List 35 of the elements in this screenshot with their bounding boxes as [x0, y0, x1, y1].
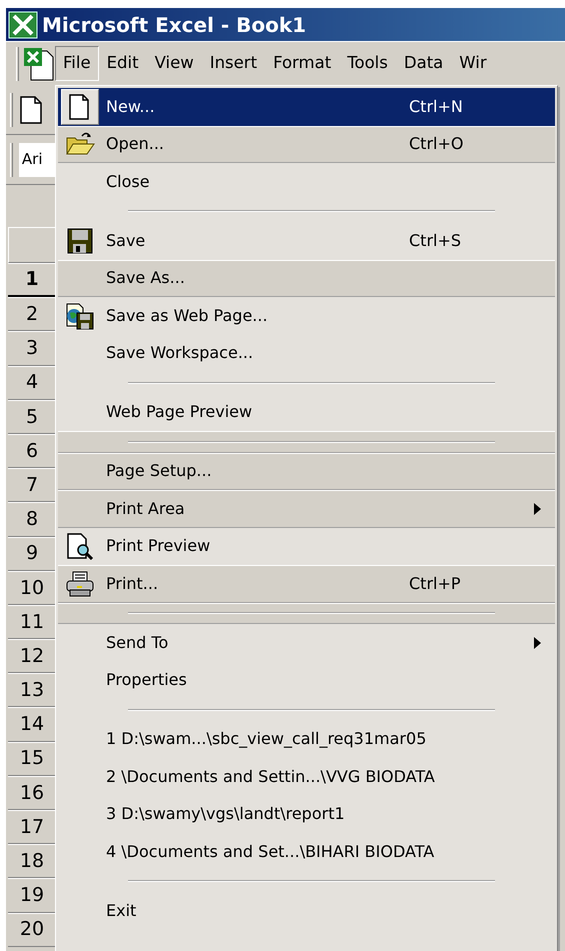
- menu-item[interactable]: Web Page Preview: [58, 394, 555, 431]
- menu-item[interactable]: Close: [58, 163, 555, 200]
- menu-item[interactable]: Properties: [58, 662, 555, 699]
- menu-item[interactable]: 1 D:\swam...\sbc_view_call_req31mar05: [58, 720, 555, 758]
- menu-bar-item[interactable]: Wir: [451, 46, 495, 81]
- menu-item[interactable]: Page Setup...: [58, 452, 555, 490]
- menu-item[interactable]: New... Ctrl+N: [58, 88, 555, 126]
- new-document-icon: [19, 96, 43, 124]
- menu-item[interactable]: Save Workspace...: [58, 334, 555, 372]
- menu-bar-item[interactable]: View: [146, 46, 202, 81]
- menu-bar-item[interactable]: Insert: [202, 46, 266, 81]
- menu-item[interactable]: 4 \Documents and Set...\BIHARI BIODATA: [58, 833, 555, 870]
- window-title: Microsoft Excel - Book1: [42, 12, 306, 38]
- menu-item[interactable]: Exit: [58, 892, 555, 930]
- menu-item[interactable]: Save As...: [58, 260, 555, 297]
- menu-bar-item[interactable]: Data: [396, 46, 452, 81]
- menu-item[interactable]: Send To: [58, 624, 555, 662]
- menu-bar-item[interactable]: Tools: [339, 46, 396, 81]
- menu-item[interactable]: 3 D:\swamy\vgs\landt\report1: [58, 796, 555, 833]
- menu-bar-item[interactable]: Format: [265, 46, 340, 81]
- menu-bar-item[interactable]: Edit: [98, 46, 147, 81]
- menu-item[interactable]: Print... Ctrl+P: [58, 565, 555, 602]
- excel-logo-icon: [8, 10, 38, 38]
- menu-item[interactable]: Print Area: [58, 490, 555, 528]
- menu-item[interactable]: Print Preview: [58, 528, 555, 565]
- printer-icon: [65, 570, 95, 598]
- globe-floppy-icon: [65, 302, 95, 330]
- menu-item[interactable]: Save Ctrl+S: [58, 222, 555, 260]
- font-name-field[interactable]: Ari: [18, 142, 56, 176]
- menu-bar-item[interactable]: File: [55, 46, 99, 81]
- menu-item[interactable]: Save as Web Page...: [58, 297, 555, 334]
- workbook-icon[interactable]: [23, 46, 55, 80]
- menu-item[interactable]: Open... Ctrl+O: [58, 126, 555, 163]
- menu-item[interactable]: 2 \Documents and Settin...\VVG BIODATA: [58, 758, 555, 796]
- print-preview-icon: [65, 532, 95, 560]
